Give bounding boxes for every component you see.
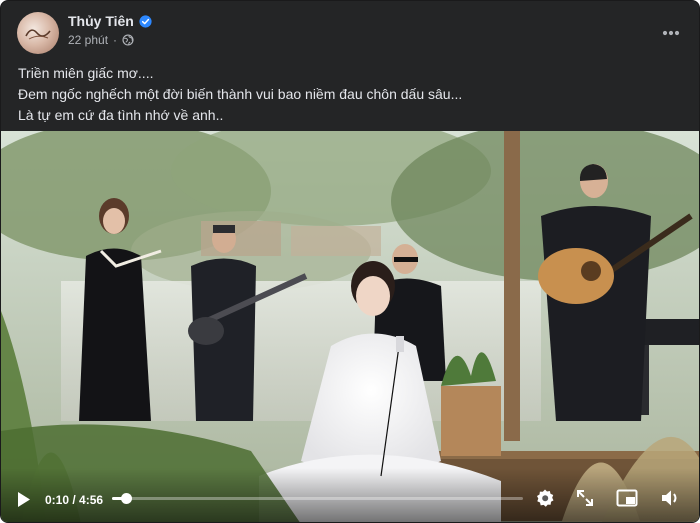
progress-bar[interactable]	[112, 493, 523, 504]
post-timestamp[interactable]: 22 phút	[68, 33, 108, 47]
mini-player-icon	[616, 489, 638, 507]
post-header: Thủy Tiên 22 phút ·	[17, 11, 683, 55]
current-time: 0:10	[45, 493, 70, 507]
fullscreen-button[interactable]	[571, 484, 599, 512]
post-meta: 22 phút ·	[68, 33, 134, 47]
settings-button[interactable]	[531, 484, 559, 512]
time-readout: 0:10 / 4:56	[45, 493, 103, 507]
play-button[interactable]	[11, 486, 37, 512]
post-text-line: Triền miên giấc mơ....	[18, 65, 154, 81]
globe-icon[interactable]	[122, 34, 134, 46]
meta-separator: ·	[113, 33, 118, 47]
avatar-logo-icon	[25, 29, 51, 40]
video-player[interactable]: 0:10 / 4:56	[1, 131, 699, 522]
video-controls: 0:10 / 4:56	[1, 468, 699, 522]
volume-icon	[662, 490, 677, 506]
more-options-button[interactable]	[655, 17, 687, 49]
settings-icon	[537, 489, 554, 507]
post-text-line: Đem ngốc nghếch một đời biến thành vui b…	[18, 86, 463, 102]
author-name-row: Thủy Tiên	[68, 13, 152, 29]
volume-button[interactable]	[657, 484, 685, 512]
video-frame	[1, 131, 699, 522]
mini-player-button[interactable]	[613, 484, 641, 512]
duration: 4:56	[79, 493, 104, 507]
author-avatar[interactable]	[17, 12, 59, 54]
verified-badge-icon	[139, 14, 152, 28]
fullscreen-icon	[577, 490, 593, 506]
progress-handle[interactable]	[120, 493, 132, 504]
author-name[interactable]: Thủy Tiên	[68, 13, 134, 29]
post-message: Triền miên giấc mơ.... Đem ngốc nghếch m…	[18, 63, 683, 126]
play-icon	[18, 491, 30, 507]
ellipsis-icon	[662, 30, 680, 36]
post-card: Thủy Tiên 22 phút · Triền miên giấc mơ..…	[0, 0, 700, 523]
post-text-line: Là tự em cứ đa tình nhớ về anh..	[18, 107, 224, 123]
